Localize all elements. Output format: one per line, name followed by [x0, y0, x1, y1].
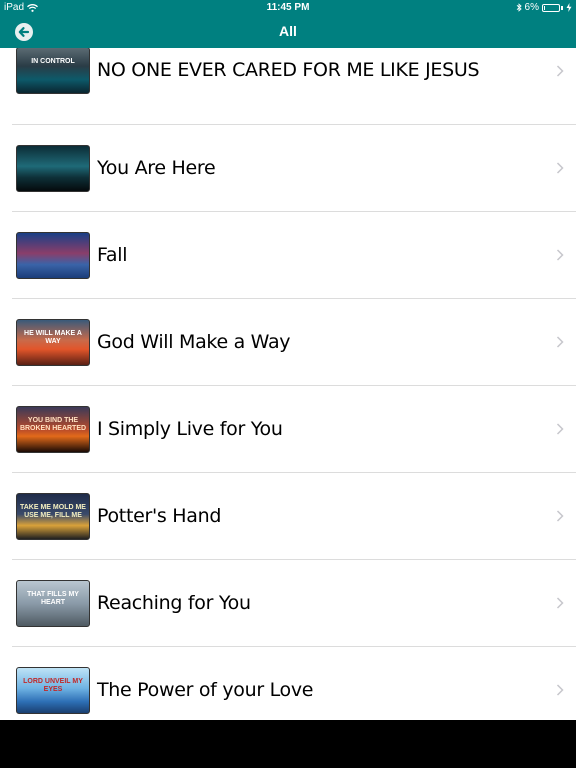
thumbnail-caption: LORD UNVEIL MY EYES — [23, 678, 83, 693]
chevron-right-icon — [556, 249, 564, 261]
battery-level — [544, 5, 545, 10]
song-title: You Are Here — [97, 157, 216, 179]
battery-tip — [561, 5, 563, 10]
battery-icon — [542, 3, 560, 12]
song-thumbnail: LORD UNVEIL MY EYES — [16, 667, 90, 714]
thumbnail-caption: IN CONTROL — [31, 58, 75, 65]
status-bar: iPad 11:45 PM 6% — [0, 0, 576, 16]
bottom-bar — [0, 720, 576, 768]
song-thumbnail: YOU BIND THE BROKEN HEARTED — [16, 406, 90, 453]
list-item[interactable]: THAT FILLS MY HEART Reaching for You — [0, 560, 576, 647]
chevron-right-icon — [556, 162, 564, 174]
navigation-bar: All — [0, 16, 576, 48]
status-time: 11:45 PM — [266, 2, 310, 13]
chevron-right-icon — [556, 336, 564, 348]
thumbnail-caption: YOU BIND THE BROKEN HEARTED — [19, 417, 87, 432]
song-thumbnail: TAKE ME MOLD ME USE ME, FILL ME — [16, 493, 90, 540]
song-thumbnail — [16, 232, 90, 279]
back-button[interactable] — [15, 23, 33, 41]
song-title: The Power of your Love — [97, 679, 314, 701]
list-item[interactable]: IN CONTROL NO ONE EVER CARED FOR ME LIKE … — [0, 48, 576, 125]
thumbnail-caption: HE WILL MAKE A WAY — [24, 330, 82, 345]
song-title: Reaching for You — [97, 592, 251, 614]
thumbnail-caption: THAT FILLS MY HEART — [27, 591, 79, 606]
song-title: God Will Make a Way — [97, 331, 291, 353]
list-item[interactable]: TAKE ME MOLD ME USE ME, FILL ME Potter's … — [0, 473, 576, 560]
page-title: All — [279, 23, 297, 39]
song-thumbnail: HE WILL MAKE A WAY — [16, 319, 90, 366]
chevron-right-icon — [556, 684, 564, 696]
chevron-right-icon — [556, 423, 564, 435]
status-right: 6% — [516, 2, 572, 13]
song-title: Fall — [97, 244, 128, 266]
song-list[interactable]: IN CONTROL NO ONE EVER CARED FOR ME LIKE … — [0, 48, 576, 720]
list-item[interactable]: You Are Here — [0, 125, 576, 212]
chevron-right-icon — [556, 65, 564, 77]
song-title: I Simply Live for You — [97, 418, 283, 440]
list-item[interactable]: YOU BIND THE BROKEN HEARTED I Simply Live… — [0, 386, 576, 473]
song-title: NO ONE EVER CARED FOR ME LIKE JESUS — [97, 59, 480, 81]
charging-bolt-icon — [566, 3, 572, 12]
back-arrow-icon — [18, 27, 30, 37]
battery-percent: 6% — [524, 2, 539, 13]
list-item[interactable]: Fall — [0, 212, 576, 299]
bluetooth-icon — [516, 3, 522, 12]
song-thumbnail: THAT FILLS MY HEART — [16, 580, 90, 627]
song-title: Potter's Hand — [97, 505, 222, 527]
list-item[interactable]: LORD UNVEIL MY EYES The Power of your Lov… — [0, 647, 576, 720]
song-thumbnail — [16, 145, 90, 192]
list-item[interactable]: HE WILL MAKE A WAY God Will Make a Way — [0, 299, 576, 386]
thumbnail-caption: TAKE ME MOLD ME USE ME, FILL ME — [20, 504, 86, 519]
chevron-right-icon — [556, 597, 564, 609]
song-thumbnail: IN CONTROL — [16, 48, 90, 94]
chevron-right-icon — [556, 510, 564, 522]
